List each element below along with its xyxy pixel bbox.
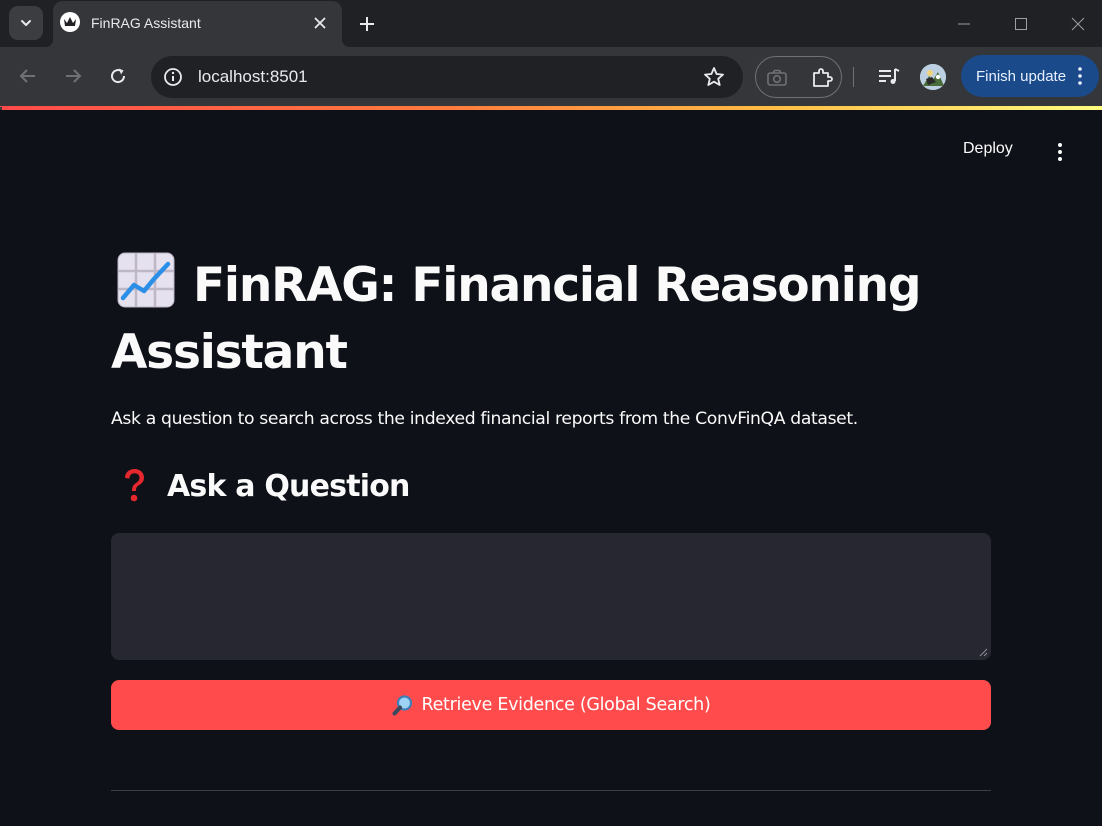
- page-title-text: FinRAG: Financial Reasoning Assistant: [111, 258, 922, 380]
- reload-button[interactable]: [103, 61, 133, 91]
- tab-title: FinRAG Assistant: [91, 15, 201, 31]
- maximize-button[interactable]: [1007, 10, 1035, 38]
- puzzle-icon[interactable]: [810, 66, 834, 90]
- avatar[interactable]: [920, 64, 946, 90]
- section-heading: Ask a Question: [111, 468, 410, 504]
- finish-update-button[interactable]: Finish update: [961, 55, 1099, 97]
- page-title-block: FinRAG: Financial Reasoning Assistant: [111, 252, 991, 386]
- section-heading-text: Ask a Question: [167, 468, 410, 504]
- finish-update-label: Finish update: [976, 67, 1067, 85]
- kebab-icon[interactable]: [1073, 66, 1087, 86]
- close-window-button[interactable]: [1064, 10, 1092, 38]
- page-description: Ask a question to search across the inde…: [111, 409, 858, 429]
- camera-icon[interactable]: [766, 67, 788, 89]
- page-title: FinRAG: Financial Reasoning Assistant: [111, 252, 991, 386]
- forward-button[interactable]: [58, 61, 88, 91]
- plus-icon: [360, 17, 374, 31]
- tab-finrag-assistant[interactable]: FinRAG Assistant: [45, 1, 350, 47]
- star-icon[interactable]: [703, 66, 725, 88]
- toolbar-separator: [853, 67, 854, 87]
- maximize-icon: [1015, 18, 1027, 30]
- chart-increasing-icon: [117, 252, 175, 308]
- extension-group: [755, 56, 842, 98]
- media-queue-icon[interactable]: [876, 64, 902, 90]
- close-window-icon: [1071, 17, 1085, 31]
- retrieve-evidence-button[interactable]: Retrieve Evidence (Global Search): [111, 680, 991, 730]
- chevron-down-icon: [21, 20, 31, 26]
- address-bar[interactable]: localhost:8501: [151, 56, 743, 98]
- url-text[interactable]: localhost:8501: [198, 67, 308, 87]
- tab-search-button[interactable]: [9, 6, 43, 40]
- close-tab-button[interactable]: [311, 14, 329, 32]
- minimize-button[interactable]: [950, 10, 978, 38]
- reload-icon: [111, 68, 126, 84]
- retrieve-evidence-label: Retrieve Evidence (Global Search): [421, 695, 711, 715]
- magnifying-glass-icon: [392, 695, 412, 716]
- crown-icon: [60, 12, 80, 32]
- section-divider: [111, 790, 991, 791]
- red-question-mark-icon: [125, 469, 144, 502]
- resize-grip-icon[interactable]: [978, 647, 988, 657]
- close-icon: [314, 17, 326, 29]
- question-input[interactable]: [111, 533, 991, 660]
- arrow-left-icon: [19, 69, 35, 83]
- info-icon[interactable]: [163, 67, 183, 87]
- deploy-button[interactable]: Deploy: [963, 140, 1013, 158]
- streamlit-app: Deploy FinRAG: Financial Reasoning Assis…: [0, 110, 1102, 826]
- browser-toolbar: localhost:8501 Finish update: [0, 47, 1102, 106]
- new-tab-button[interactable]: [354, 11, 380, 37]
- back-button[interactable]: [13, 61, 43, 91]
- tab-strip: FinRAG Assistant: [0, 0, 1102, 47]
- minimize-icon: [958, 23, 970, 25]
- main-menu-icon[interactable]: [1050, 141, 1070, 163]
- arrow-right-icon: [66, 69, 82, 83]
